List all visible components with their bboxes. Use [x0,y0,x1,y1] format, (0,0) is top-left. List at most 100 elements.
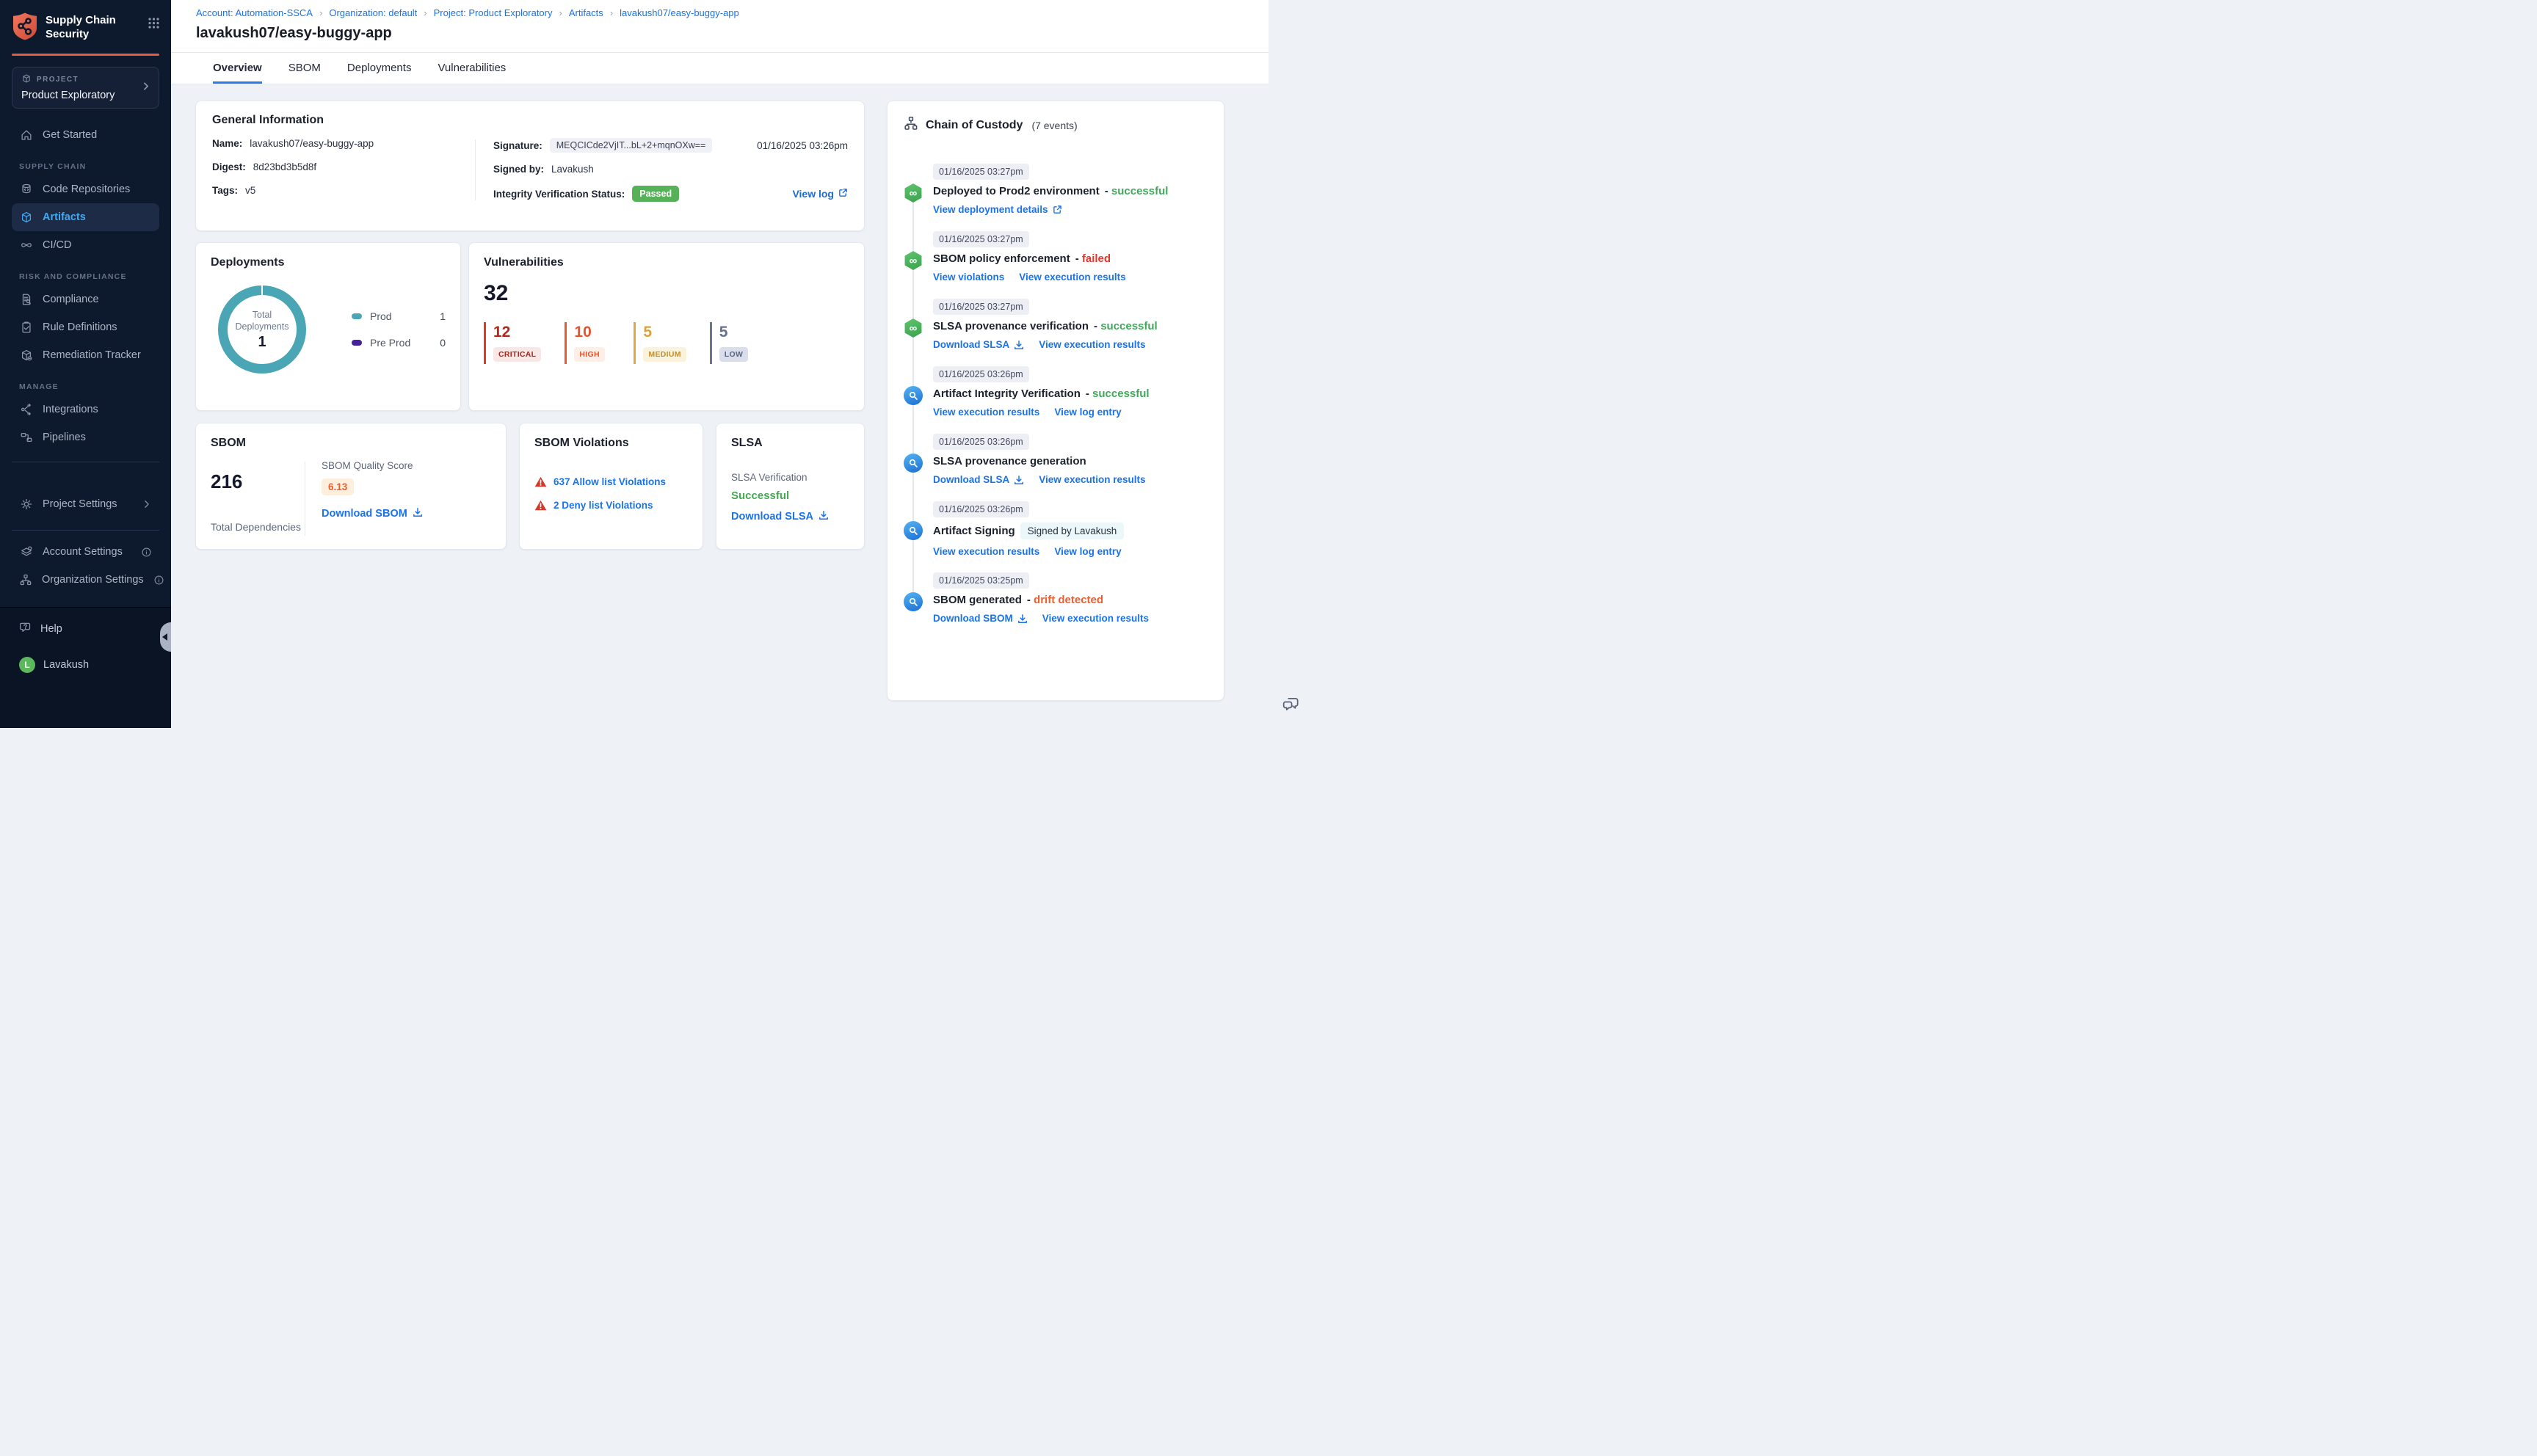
artifact-tags-row: Tags: v5 [212,185,256,196]
view-execution-results-link[interactable]: View execution results [1042,613,1149,624]
deployments-card: Deployments Total Deployments 1 Prod 1 Pre… [195,242,461,411]
severity-badge: LOW [719,347,749,362]
avatar: L [19,657,35,673]
sbom-title: SBOM [211,437,246,449]
event-timestamp: 01/16/2025 03:26pm [933,501,1029,517]
deployments-legend: Prod 1 Pre Prod 0 [352,310,446,349]
link-label: View execution results [1042,613,1150,624]
sidebar: Supply Chain Security PROJECT Product Ex… [0,0,171,728]
org-gear-icon [19,573,32,586]
download-sbom-link[interactable]: Download SBOM [933,613,1028,624]
sidebar-item-remediation-tracker[interactable]: Remediation Tracker [12,341,159,369]
sidebar-item-code-repositories[interactable]: Code Repositories [12,175,159,203]
tab-deployments[interactable]: Deployments [347,53,412,84]
sbom-card: SBOM 216 Total Dependencies SBOM Quality… [195,423,507,550]
sidebar-item-organization-settings[interactable]: Organization Settings [12,566,164,594]
violation-link[interactable]: 2 Deny list Violations [534,500,688,511]
slsa-card: SLSA SLSA Verification Successful Downlo… [716,423,865,550]
view-execution-results-link[interactable]: View execution results [1039,339,1145,350]
sidebar-item-label: Project Settings [43,498,117,510]
sidebar-item-ci-cd[interactable]: CI/CD [12,231,159,259]
violation-link[interactable]: 637 Allow list Violations [534,476,688,487]
custody-event: 01/16/2025 03:26pm Artifact Integrity Ver… [904,366,1208,418]
app-root: Supply Chain Security PROJECT Product Ex… [0,0,1299,728]
sidebar-header: Supply Chain Security [0,0,171,56]
project-selector[interactable]: PROJECT Product Exploratory [12,67,159,109]
legend-swatch [352,340,362,346]
event-timestamp: 01/16/2025 03:27pm [933,299,1029,315]
tab-sbom[interactable]: SBOM [288,53,321,84]
user-menu[interactable]: L Lavakush [19,657,159,673]
brand: Supply Chain Security [12,12,159,45]
document-search-icon [19,293,33,306]
download-slsa-link[interactable]: Download SLSA [933,474,1024,485]
scs-module-icon [904,386,923,405]
tab-overview[interactable]: Overview [213,53,262,84]
breadcrumb-separator: › [424,7,427,18]
event-title: SLSA provenance verification [933,320,1089,332]
slsa-verification-label: SLSA Verification [731,472,807,483]
sidebar-item-label: Organization Settings [42,574,144,586]
legend-swatch [352,313,362,319]
view-log-link[interactable]: View log [792,188,848,200]
grid-icon[interactable] [148,18,159,32]
download-icon [819,510,829,523]
tab-vulnerabilities[interactable]: Vulnerabilities [438,53,506,84]
sidebar-item-help[interactable]: Help [19,621,159,637]
link-label: View log entry [1054,546,1122,557]
link-label: Download SLSA [933,339,1010,350]
event-title: Artifact Integrity Verification [933,387,1081,400]
download-sbom-link[interactable]: Download SBOM [322,507,423,520]
link-label: View log entry [1054,407,1122,418]
info-icon[interactable] [153,575,164,586]
view-deployment-details-link[interactable]: View deployment details [933,204,1062,215]
sidebar-item-integrations[interactable]: Integrations [12,396,159,423]
view-execution-results-link[interactable]: View execution results [1019,272,1125,283]
view-execution-results-link[interactable]: View execution results [933,407,1039,418]
info-icon[interactable] [141,547,152,558]
donut-total-value: 1 [258,333,266,350]
content: General Information Name: lavakush07/eas… [171,84,1299,728]
sidebar-item-account-settings[interactable]: Account Settings [12,538,159,566]
breadcrumb-link[interactable]: Artifacts [569,7,603,18]
chat-bubbles-icon[interactable] [1282,695,1301,718]
event-timestamp: 01/16/2025 03:27pm [933,231,1029,247]
violation-label: 637 Allow list Violations [554,476,667,487]
view-violations-link[interactable]: View violations [933,272,1004,283]
page-header: Account: Automation-SSCA › Organization: d… [171,0,1268,53]
deployments-title: Deployments [211,256,285,269]
artifact-name-value: lavakush07/easy-buggy-app [250,138,374,149]
severity-tile-low: 5 LOW [709,322,755,364]
sidebar-item-compliance[interactable]: Compliance [12,285,159,313]
sidebar-item-project-settings[interactable]: Project Settings [12,490,159,518]
events-timeline: ∞ 01/16/2025 03:27pm Deployed to Prod2 env… [904,164,1208,625]
download-slsa-link[interactable]: Download SLSA [731,510,829,523]
slsa-title: SLSA [731,437,763,449]
view-execution-results-link[interactable]: View execution results [933,546,1039,557]
custody-event: 01/16/2025 03:26pm Artifact Signing Signed… [904,501,1208,557]
sidebar-item-label: Compliance [43,294,99,305]
project-eyebrow: PROJECT [21,73,150,86]
sidebar-item-label: Get Started [43,129,98,141]
sidebar-item-pipelines[interactable]: Pipelines [12,423,159,451]
sidebar-item-artifacts[interactable]: Artifacts [12,203,159,231]
left-column: General Information Name: lavakush07/eas… [195,101,865,728]
event-title: Artifact Signing [933,525,1015,537]
breadcrumb-link[interactable]: Project: Product Exploratory [434,7,553,18]
sidebar-item-label: Artifacts [43,211,86,223]
signature-timestamp: 01/16/2025 03:26pm [757,139,848,151]
sidebar-item-rule-definitions[interactable]: Rule Definitions [12,313,159,341]
cd-module-icon: ∞ [904,183,922,203]
download-slsa-link[interactable]: Download SLSA [933,339,1024,350]
link-label: View execution results [933,407,1040,418]
breadcrumb-link[interactable]: Account: Automation-SSCA [196,7,313,18]
infinity-icon [19,239,33,252]
breadcrumb-link[interactable]: Organization: default [329,7,417,18]
severity-count: 10 [574,324,592,341]
breadcrumb-link[interactable]: lavakush07/easy-buggy-app [620,7,739,18]
view-execution-results-link[interactable]: View execution results [1039,474,1145,485]
sidebar-item-get-started[interactable]: Get Started [12,121,159,149]
view-log-entry-link[interactable]: View log entry [1054,546,1121,557]
view-log-entry-link[interactable]: View log entry [1054,407,1121,418]
sidebar-collapse-handle[interactable] [160,622,171,652]
